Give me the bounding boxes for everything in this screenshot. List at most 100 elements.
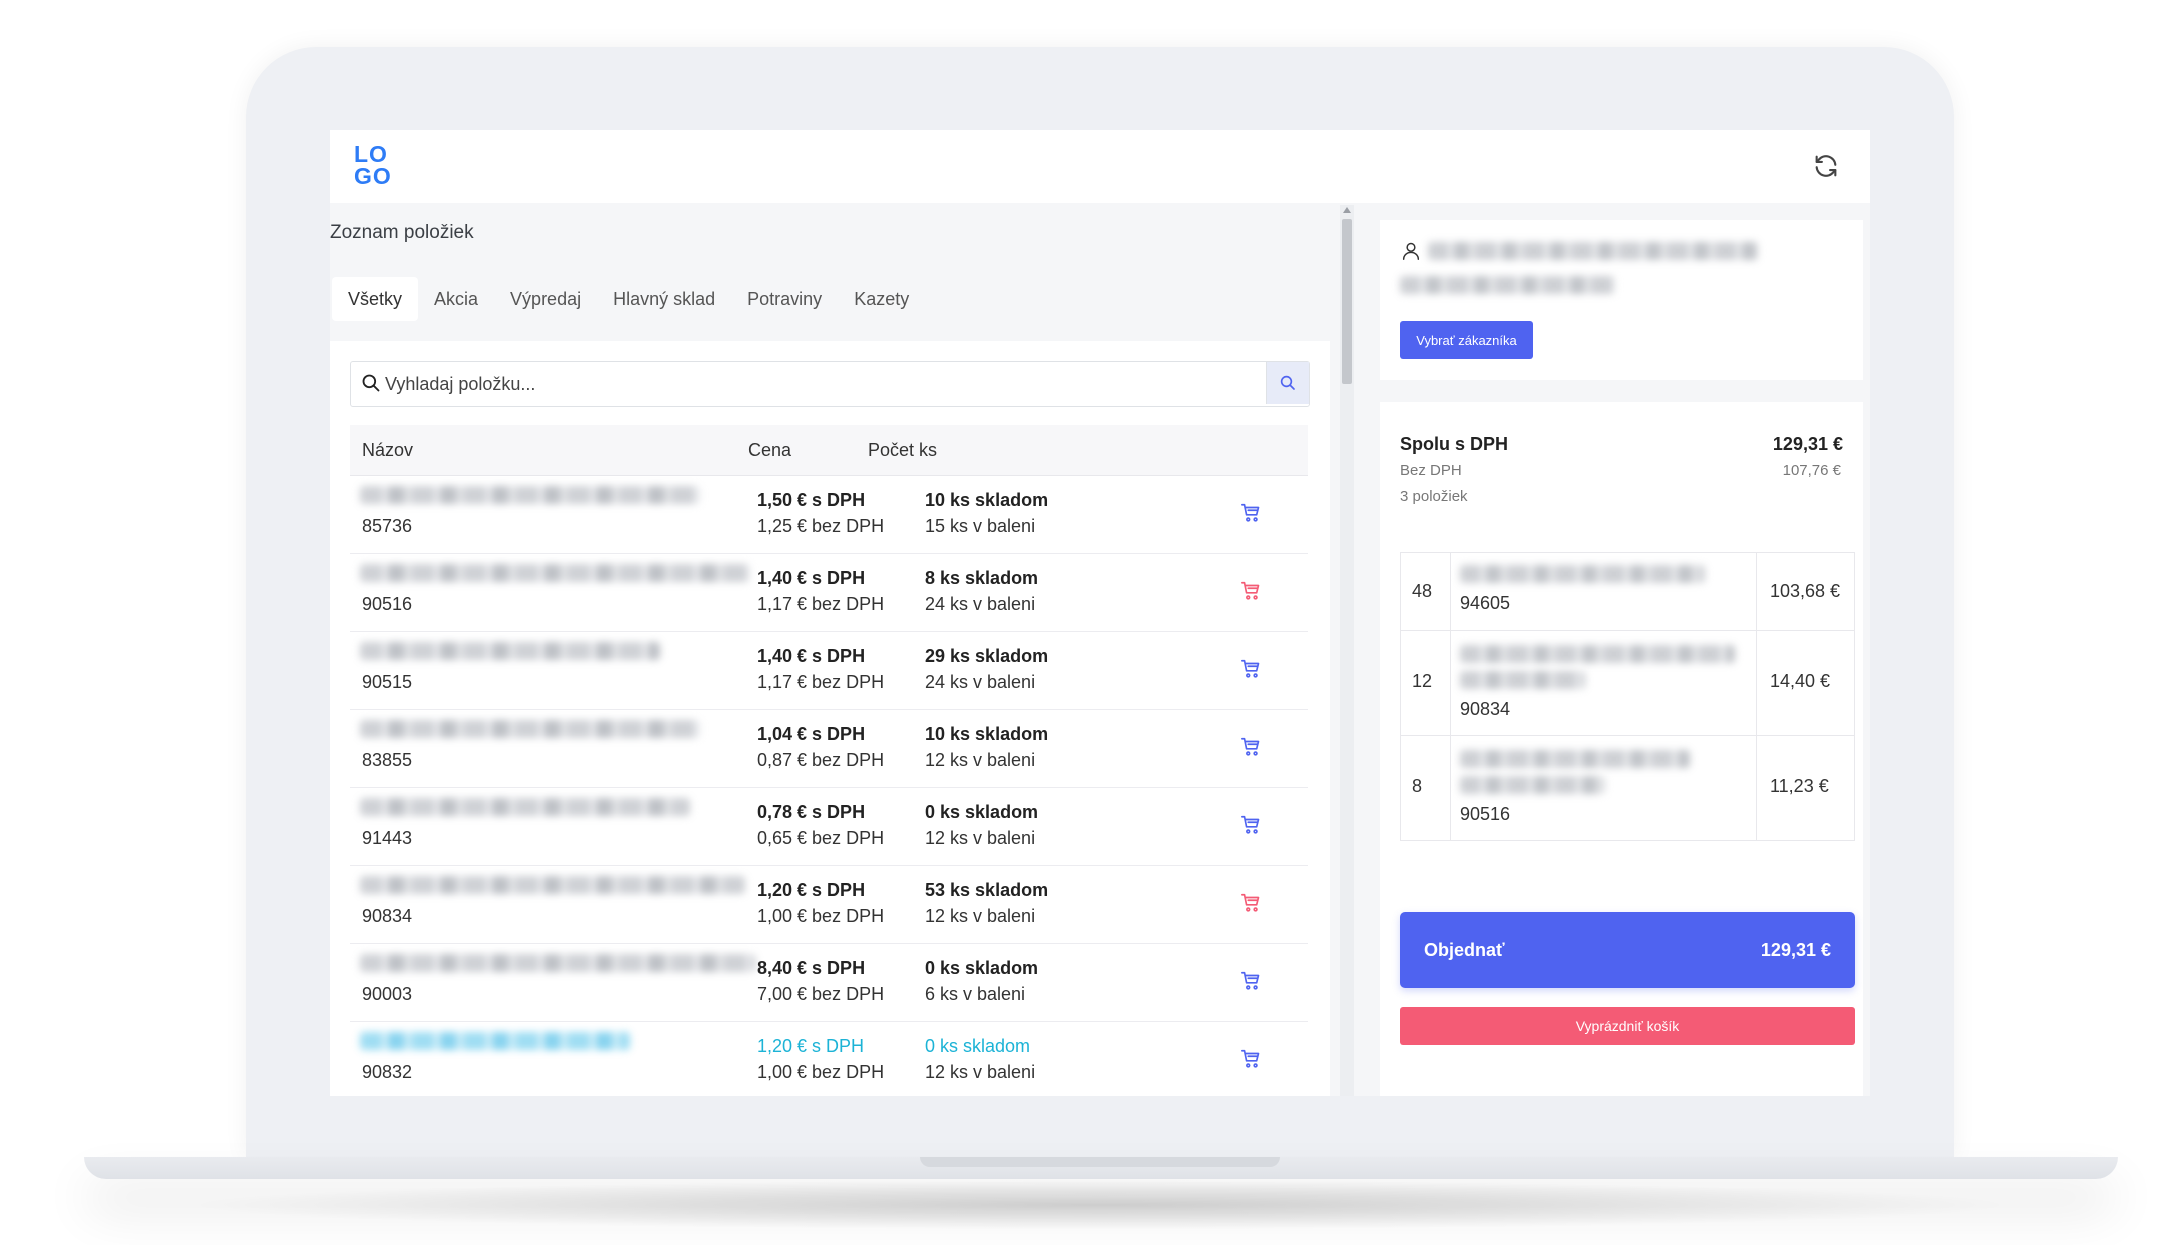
cart-item-name-blurred	[1460, 565, 1705, 583]
top-bar: LO GO	[330, 130, 1870, 203]
tab-vypredaj[interactable]: Výpredaj	[494, 277, 597, 321]
item-pack: 24 ks v baleni	[925, 594, 1036, 614]
order-label: Objednať	[1424, 940, 1505, 960]
item-price-novat: 1,00 € bez DPH	[757, 1062, 885, 1082]
customer-name-blurred	[1428, 242, 1758, 260]
laptop-shadow	[180, 1180, 2020, 1230]
table-row[interactable]: 91443 0,78 € s DPH 0,65 € bez DPH 0 ks s…	[350, 788, 1308, 866]
item-count: 3 položiek	[1400, 488, 1468, 505]
cart-item-qty: 8	[1412, 776, 1423, 796]
page-title: Zoznam položiek	[330, 222, 474, 243]
item-table-body: 85736 1,50 € s DPH 1,25 € bez DPH 10 ks …	[350, 476, 1308, 1096]
item-name-blurred	[360, 954, 755, 972]
select-customer-button[interactable]: Vybrať zákazníka	[1400, 321, 1533, 359]
item-price-novat: 1,17 € bez DPH	[757, 672, 885, 692]
item-stock: 53 ks skladom	[925, 880, 1049, 900]
cart-summary-card: Spolu s DPH 129,31 € Bez DPH 107,76 € 3 …	[1380, 402, 1863, 1096]
add-to-cart-icon[interactable]	[1240, 502, 1262, 524]
item-name-blurred	[360, 876, 745, 894]
add-to-cart-icon[interactable]	[1240, 970, 1262, 992]
table-row[interactable]: 90515 1,40 € s DPH 1,17 € bez DPH 29 ks …	[350, 632, 1308, 710]
item-list-card: Názov Cena Počet ks 85736 1,50 € s DPH 1…	[330, 341, 1330, 1096]
item-price-novat: 1,00 € bez DPH	[757, 906, 885, 926]
add-to-cart-icon[interactable]	[1240, 892, 1262, 914]
item-pack: 12 ks v baleni	[925, 906, 1036, 926]
cart-item-qty: 48	[1412, 581, 1433, 601]
item-price-vat: 1,20 € s DPH	[757, 880, 866, 900]
table-header: Názov Cena Počet ks	[350, 425, 1308, 476]
add-to-cart-icon[interactable]	[1240, 814, 1262, 836]
item-name-blurred	[360, 720, 700, 738]
tab-hlavny-sklad[interactable]: Hlavný sklad	[597, 277, 731, 321]
tab-kazety[interactable]: Kazety	[838, 277, 925, 321]
tab-potraviny[interactable]: Potraviny	[731, 277, 838, 321]
scroll-up-icon[interactable]	[1343, 207, 1351, 213]
item-price-novat: 0,65 € bez DPH	[757, 828, 885, 848]
scroll-thumb[interactable]	[1342, 219, 1352, 384]
cart-row[interactable]: 8 90516 11,23 €	[1400, 736, 1855, 841]
search-bar	[350, 361, 1310, 407]
item-code: 91443	[362, 828, 413, 848]
column-header-price[interactable]: Cena	[748, 425, 791, 475]
cart-items-table: 48 94605 103,68 € 12 90834 14,40 € 8 905…	[1400, 552, 1855, 841]
table-row[interactable]: 90516 1,40 € s DPH 1,17 € bez DPH 8 ks s…	[350, 554, 1308, 632]
empty-cart-button[interactable]: Vyprázdniť košík	[1400, 1007, 1855, 1045]
cart-row[interactable]: 48 94605 103,68 €	[1400, 553, 1855, 631]
item-stock: 0 ks skladom	[925, 958, 1039, 978]
search-icon	[362, 374, 380, 392]
table-row[interactable]: 85736 1,50 € s DPH 1,25 € bez DPH 10 ks …	[350, 476, 1308, 554]
column-header-count[interactable]: Počet ks	[868, 425, 937, 475]
cart-item-name-blurred	[1460, 645, 1735, 663]
order-total: 129,31 €	[1760, 940, 1831, 960]
table-row[interactable]: 90834 1,20 € s DPH 1,00 € bez DPH 53 ks …	[350, 866, 1308, 944]
item-pack: 12 ks v baleni	[925, 750, 1036, 770]
add-to-cart-icon[interactable]	[1240, 658, 1262, 680]
refresh-icon[interactable]	[1812, 152, 1840, 180]
table-row[interactable]: 90832 1,20 € s DPH 1,00 € bez DPH 0 ks s…	[350, 1022, 1308, 1096]
item-name-blurred	[360, 798, 690, 816]
order-button[interactable]: Objednať 129,31 €	[1400, 912, 1855, 988]
user-icon	[1402, 242, 1420, 260]
tab-vsetky[interactable]: Všetky	[332, 277, 419, 321]
search-button[interactable]	[1266, 362, 1309, 404]
app-screen: LO GO Zoznam položiek Všetky Akcia Výpre…	[330, 130, 1870, 1096]
tab-akcia[interactable]: Akcia	[418, 277, 494, 321]
category-tabs: Všetky Akcia Výpredaj Hlavný sklad Potra…	[332, 277, 925, 321]
item-price-vat: 1,20 € s DPH	[757, 1036, 865, 1056]
cart-item-price: 14,40 €	[1770, 671, 1831, 691]
cart-item-code: 90834	[1460, 699, 1511, 719]
add-to-cart-icon[interactable]	[1240, 736, 1262, 758]
laptop-notch	[920, 1157, 1280, 1167]
list-scrollbar[interactable]	[1340, 205, 1354, 1096]
cart-row[interactable]: 12 90834 14,40 €	[1400, 631, 1855, 736]
item-stock: 10 ks skladom	[925, 490, 1049, 510]
item-name-blurred	[360, 1032, 630, 1050]
item-price-vat: 1,04 € s DPH	[757, 724, 866, 744]
logo: LO GO	[354, 141, 392, 189]
item-price-vat: 0,78 € s DPH	[757, 802, 866, 822]
item-price-vat: 8,40 € s DPH	[757, 958, 866, 978]
item-code: 83855	[362, 750, 413, 770]
table-row[interactable]: 90003 8,40 € s DPH 7,00 € bez DPH 0 ks s…	[350, 944, 1308, 1022]
column-header-name[interactable]: Názov	[362, 425, 413, 475]
subtotal-value: 107,76 €	[1782, 462, 1841, 479]
item-code: 85736	[362, 516, 413, 536]
add-to-cart-icon[interactable]	[1240, 1048, 1262, 1070]
item-price-novat: 1,25 € bez DPH	[757, 516, 885, 536]
item-stock: 8 ks skladom	[925, 568, 1039, 588]
cart-item-name-blurred	[1460, 750, 1690, 768]
cart-item-price: 103,68 €	[1770, 581, 1841, 601]
item-price-vat: 1,40 € s DPH	[757, 646, 866, 666]
table-row[interactable]: 83855 1,04 € s DPH 0,87 € bez DPH 10 ks …	[350, 710, 1308, 788]
cart-item-name-blurred	[1460, 671, 1585, 689]
item-code: 90516	[362, 594, 413, 614]
item-pack: 15 ks v baleni	[925, 516, 1036, 536]
item-stock: 0 ks skladom	[925, 802, 1039, 822]
search-icon	[1280, 375, 1295, 390]
item-stock: 29 ks skladom	[925, 646, 1049, 666]
add-to-cart-icon[interactable]	[1240, 580, 1262, 602]
item-price-vat: 1,40 € s DPH	[757, 568, 866, 588]
item-name-blurred	[360, 564, 750, 582]
subtotal-label: Bez DPH	[1400, 462, 1462, 479]
search-input[interactable]	[383, 362, 1267, 406]
